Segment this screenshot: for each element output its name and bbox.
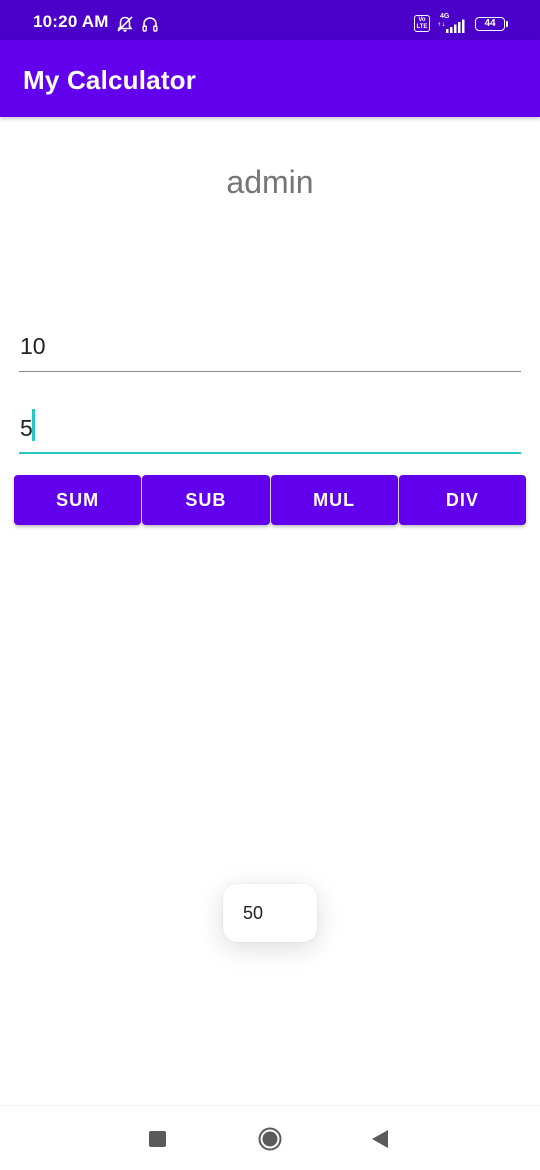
toast-message: 50 [243, 903, 264, 923]
sub-button[interactable]: SUB [142, 475, 270, 525]
text-cursor [32, 409, 35, 441]
home-circle-icon[interactable] [258, 1127, 282, 1151]
navigation-bar [0, 1105, 540, 1170]
recents-square-icon[interactable] [149, 1131, 166, 1147]
username-label: admin [226, 164, 314, 200]
signal-icon: ↑↓ [437, 19, 465, 33]
status-bar: 10:20 AM Vo LTE 4G ↑↓ 44 [0, 0, 540, 40]
svg-text:↑↓: ↑↓ [437, 22, 445, 28]
app-title: My Calculator [23, 65, 197, 95]
battery-icon: 44 [475, 17, 505, 31]
status-time: 10:20 AM [33, 12, 109, 31]
first-number-input[interactable] [19, 322, 521, 372]
result-toast: 50 [223, 884, 317, 942]
headset-icon [142, 17, 158, 32]
mul-button[interactable]: MUL [270, 475, 398, 525]
sum-button[interactable]: SUM [14, 475, 142, 525]
battery-tip [506, 21, 508, 27]
calculator-screen: 10:20 AM Vo LTE 4G ↑↓ 44 My Calculator ad… [0, 0, 540, 1170]
back-triangle-icon[interactable] [371, 1129, 389, 1149]
second-number-input[interactable] [19, 404, 521, 454]
div-button[interactable]: DIV [398, 475, 526, 525]
volte-icon: Vo LTE [414, 15, 430, 32]
operation-buttons: SUM SUB MUL DIV [14, 475, 526, 525]
app-bar: My Calculator [0, 40, 540, 117]
bell-off-icon [117, 16, 133, 32]
